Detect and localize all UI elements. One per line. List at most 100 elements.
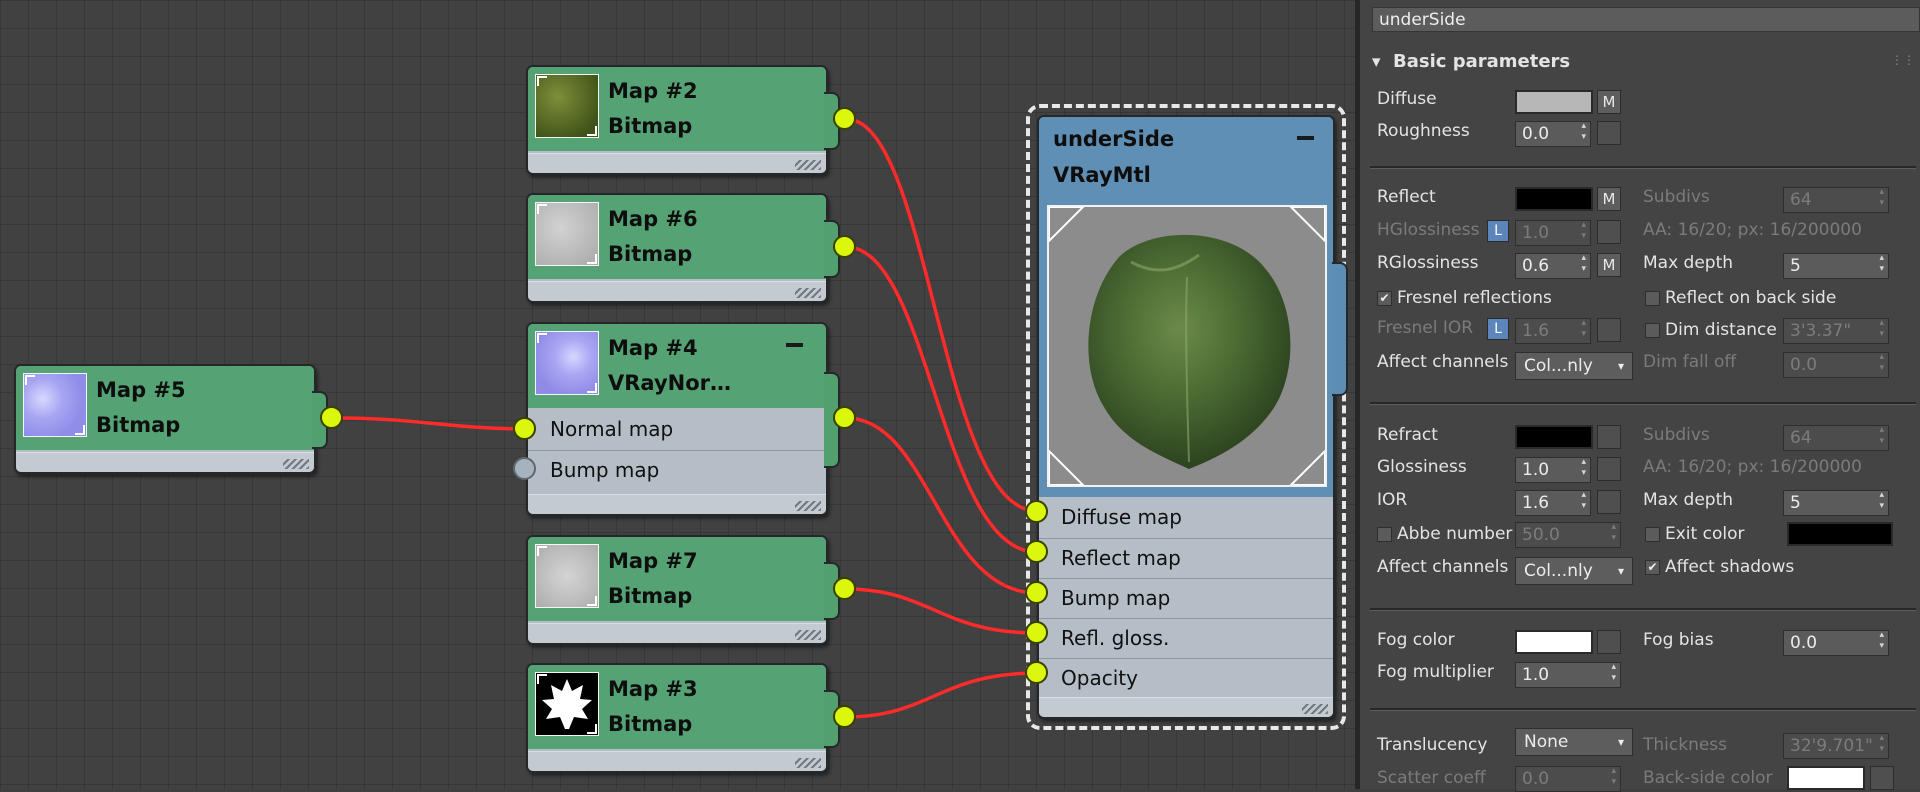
rollout-title: Basic parameters [1393, 51, 1571, 72]
glossiness-map-button[interactable] [1597, 457, 1621, 481]
reflect-label: Reflect [1377, 187, 1436, 207]
input-socket-opacity[interactable] [1025, 661, 1048, 684]
refract-label: Refract [1377, 425, 1438, 445]
fog-multiplier-spinner[interactable]: 1.0 [1515, 662, 1621, 688]
slot-bump-map: Bump map [528, 450, 826, 490]
dim-distance-spinner[interactable]: 3'3.37" [1783, 318, 1889, 344]
refract-map-button[interactable] [1597, 425, 1621, 449]
abbe-spinner[interactable]: 50.0 [1515, 522, 1621, 548]
roughness-spinner[interactable]: 0.0 [1515, 121, 1591, 147]
thickness-spinner[interactable]: 32'9.701" [1783, 733, 1889, 759]
material-type: VRayMtl [1053, 163, 1151, 187]
resize-grip-icon[interactable] [795, 160, 821, 170]
rglossiness-spinner[interactable]: 0.6 [1515, 253, 1591, 279]
node-map2[interactable]: Map #2 Bitmap [526, 65, 828, 175]
diffuse-color-swatch[interactable] [1515, 90, 1593, 114]
collapse-icon[interactable] [786, 343, 803, 347]
reflect-backside-checkbox[interactable] [1645, 291, 1660, 306]
glossiness-spinner[interactable]: 1.0 [1515, 457, 1591, 483]
dim-distance-checkbox[interactable] [1645, 323, 1660, 338]
refract-color-swatch[interactable] [1515, 425, 1593, 449]
exit-color-swatch[interactable] [1787, 522, 1893, 546]
node-map4[interactable]: Map #4 VRayNor… Normal map Bump map [526, 322, 828, 516]
normal-texture-thumbnail [23, 373, 87, 437]
input-socket-normal-map[interactable] [513, 417, 536, 440]
diffuse-map-button[interactable]: M [1597, 90, 1621, 114]
roughness-map-button[interactable] [1597, 121, 1621, 145]
ior-spinner[interactable]: 1.6 [1515, 490, 1591, 516]
node-map7[interactable]: Map #7 Bitmap [526, 535, 828, 645]
node-material-underside[interactable]: underSide VRayMtl Diffuse map Reflect ma… [1037, 115, 1335, 719]
resize-grip-icon[interactable] [795, 758, 821, 768]
input-socket-diffuse-map[interactable] [1025, 500, 1048, 523]
node-graph-canvas[interactable]: Map #5 Bitmap Map #2 Bitmap Map #6 Bitma… [0, 0, 1355, 789]
node-title: Map #5 [96, 378, 186, 402]
fog-color-map-button[interactable] [1597, 630, 1621, 654]
reflect-affect-channels-dropdown[interactable]: Col...nly [1515, 352, 1633, 380]
node-map3[interactable]: Map #3 Bitmap [526, 663, 828, 773]
resize-grip-icon[interactable] [795, 501, 821, 511]
section-divider [1370, 608, 1916, 611]
node-title: Map #2 [608, 79, 698, 103]
translucency-dropdown[interactable]: None [1515, 728, 1633, 756]
rglossiness-map-button[interactable]: M [1597, 253, 1621, 277]
fog-color-swatch[interactable] [1515, 630, 1593, 654]
resize-grip-icon[interactable] [795, 630, 821, 640]
backside-color-swatch[interactable] [1787, 766, 1865, 790]
ior-map-button[interactable] [1597, 490, 1621, 514]
node-type: Bitmap [96, 413, 181, 437]
resize-grip-icon[interactable] [283, 459, 309, 469]
reflect-maxdepth-spinner[interactable]: 5 [1783, 253, 1889, 279]
output-socket-map2[interactable] [833, 107, 856, 130]
output-socket-map7[interactable] [833, 577, 856, 600]
input-socket-bump-map[interactable] [513, 457, 536, 480]
resize-grip-icon[interactable] [795, 288, 821, 298]
fresnel-ior-map-button[interactable] [1597, 318, 1621, 342]
hglossiness-label: HGlossiness [1377, 220, 1480, 240]
node-map5[interactable]: Map #5 Bitmap [14, 364, 316, 474]
output-socket-map3[interactable] [833, 705, 856, 728]
collapse-icon[interactable] [1297, 136, 1314, 140]
hglossiness-map-button[interactable] [1597, 220, 1621, 244]
output-socket-map5[interactable] [320, 406, 343, 429]
hglossiness-lock-button[interactable]: L [1487, 220, 1509, 242]
scatter-coeff-spinner[interactable]: 0.0 [1515, 766, 1621, 792]
reflect-color-swatch[interactable] [1515, 187, 1593, 211]
output-socket-map6[interactable] [833, 235, 856, 258]
slot-diffuse-map: Diffuse map [1061, 505, 1182, 529]
wire-map3-opacity [845, 671, 1038, 719]
fresnel-ior-lock-button[interactable]: L [1487, 318, 1509, 340]
input-socket-bump-map[interactable] [1025, 581, 1048, 604]
exit-color-checkbox[interactable] [1645, 527, 1660, 542]
backside-color-map-button[interactable] [1870, 766, 1894, 790]
input-socket-refl-gloss[interactable] [1025, 621, 1048, 644]
rollout-header[interactable]: ▼ Basic parameters [1372, 51, 1570, 72]
dim-falloff-spinner[interactable]: 0.0 [1783, 352, 1889, 378]
affect-shadows-checkbox[interactable]: ✔ [1645, 560, 1660, 575]
refract-maxdepth-label: Max depth [1643, 490, 1734, 510]
fog-bias-spinner[interactable]: 0.0 [1783, 630, 1889, 656]
reflect-subdivs-spinner[interactable]: 64 [1783, 187, 1889, 213]
gray-noise-texture-thumbnail [535, 544, 599, 608]
resize-grip-icon[interactable] [1302, 704, 1328, 714]
output-socket-map4[interactable] [833, 406, 856, 429]
material-name-field[interactable]: underSide [1372, 7, 1920, 32]
dim-falloff-label: Dim fall off [1643, 352, 1737, 372]
node-type: Bitmap [608, 712, 693, 736]
refract-subdivs-label: Subdivs [1643, 425, 1710, 445]
reflect-aa-text: AA: 16/20; px: 16/200000 [1643, 220, 1862, 240]
hglossiness-spinner[interactable]: 1.0 [1515, 220, 1591, 246]
fresnel-ior-spinner[interactable]: 1.6 [1515, 318, 1591, 344]
refract-maxdepth-spinner[interactable]: 5 [1783, 490, 1889, 516]
translucency-label: Translucency [1377, 735, 1488, 755]
input-socket-reflect-map[interactable] [1025, 540, 1048, 563]
fog-multiplier-label: Fog multiplier [1377, 662, 1494, 682]
refract-subdivs-spinner[interactable]: 64 [1783, 425, 1889, 451]
abbe-checkbox[interactable] [1377, 527, 1392, 542]
reflect-map-button[interactable]: M [1597, 187, 1621, 211]
glossiness-label: Glossiness [1377, 457, 1467, 477]
refract-affect-channels-dropdown[interactable]: Col...nly [1515, 557, 1633, 585]
node-map6[interactable]: Map #6 Bitmap [526, 193, 828, 303]
fresnel-checkbox[interactable]: ✔ [1377, 291, 1392, 306]
rollout-grip-icon[interactable]: ⋮⋮ [1891, 53, 1915, 67]
